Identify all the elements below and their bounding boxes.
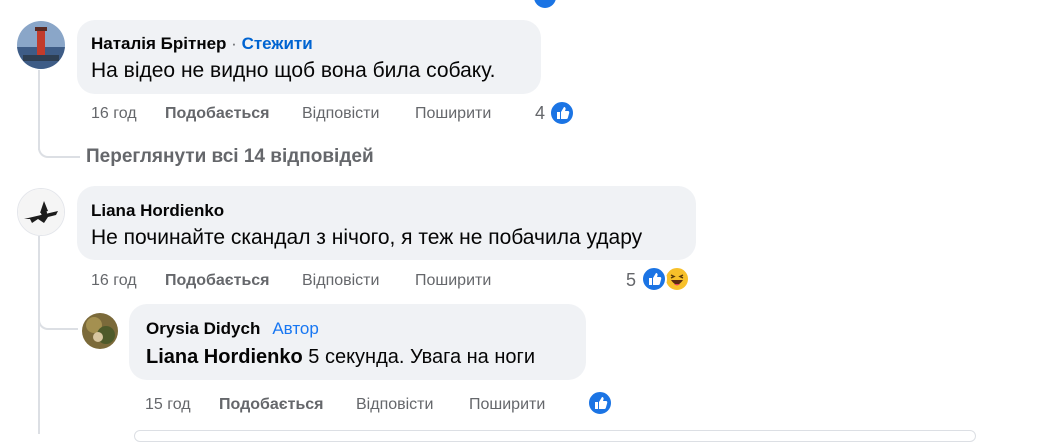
share-action[interactable]: Поширити	[415, 272, 491, 290]
thread-curve-replies	[38, 128, 80, 158]
next-reply-input-partial	[134, 430, 976, 442]
reply-action[interactable]: Відповісти	[302, 105, 379, 123]
like-action[interactable]: Подобається	[165, 272, 270, 290]
share-action[interactable]: Поширити	[469, 396, 545, 414]
avatar[interactable]	[82, 313, 118, 349]
share-action[interactable]: Поширити	[415, 105, 491, 123]
comment-time[interactable]: 16 год	[91, 272, 137, 290]
reaction-count[interactable]: 5	[626, 270, 636, 291]
reply-body: 5 секунда. Увага на ноги	[308, 346, 535, 368]
prev-like-icon-partial	[534, 0, 556, 8]
haha-reaction-icon[interactable]	[664, 266, 690, 292]
avatar-photo-lighthouse	[17, 21, 65, 69]
view-all-replies-link[interactable]: Переглянути всі 14 відповідей	[86, 146, 374, 168]
avatar-witch-silhouette	[18, 189, 64, 235]
like-reaction-icon[interactable]	[549, 100, 575, 126]
separator-dot: ·	[231, 34, 237, 53]
like-reaction-icon[interactable]	[641, 266, 667, 292]
reaction-count[interactable]: 4	[535, 103, 545, 124]
avatar[interactable]	[17, 21, 65, 69]
comment-text: На відео не видно щоб вона била собаку.	[91, 59, 496, 82]
reply-author: Orysia Didych Автор	[146, 319, 319, 339]
follow-link[interactable]: Стежити	[242, 34, 313, 53]
thread-line-continue	[38, 326, 40, 434]
mention-link[interactable]: Liana Hordienko	[146, 346, 303, 368]
comment-author: Наталія Брітнер · Стежити	[91, 34, 313, 54]
reply-action[interactable]: Відповісти	[302, 272, 379, 290]
avatar[interactable]	[17, 188, 65, 236]
comment-time[interactable]: 16 год	[91, 105, 137, 123]
reply-text: Liana Hordienko 5 секунда. Увага на ноги	[146, 346, 535, 369]
like-reaction-icon[interactable]	[587, 390, 613, 416]
comment-author[interactable]: Liana Hordienko	[91, 201, 224, 221]
like-action[interactable]: Подобається	[219, 396, 324, 414]
avatar-photo	[82, 313, 118, 349]
author-name[interactable]: Orysia Didych	[146, 319, 260, 338]
like-action[interactable]: Подобається	[165, 105, 270, 123]
author-name[interactable]: Наталія Брітнер	[91, 34, 226, 53]
author-badge: Автор	[272, 319, 319, 338]
reply-time[interactable]: 15 год	[145, 396, 191, 414]
thread-curve-reply	[38, 300, 78, 330]
comment-text: Не починайте скандал з нічого, я теж не …	[91, 226, 643, 249]
reply-action[interactable]: Відповісти	[356, 396, 433, 414]
